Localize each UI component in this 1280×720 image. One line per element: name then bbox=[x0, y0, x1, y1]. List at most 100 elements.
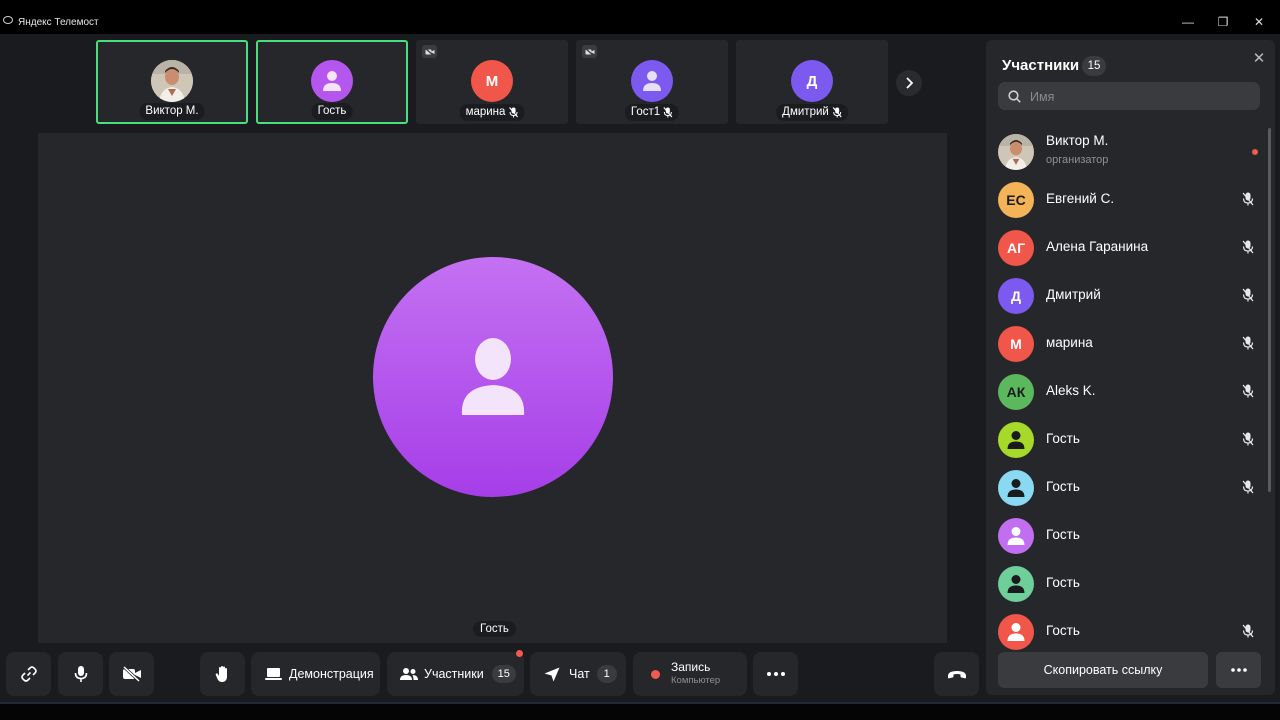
avatar-initials: Д bbox=[998, 278, 1034, 314]
participant-name: марина bbox=[1046, 335, 1093, 350]
tile-name-text: марина bbox=[465, 106, 506, 118]
status-dot bbox=[1252, 149, 1258, 155]
tile-name-text: Виктор М. bbox=[145, 105, 199, 117]
participant-tile-viktor[interactable]: Виктор М. bbox=[96, 40, 248, 124]
microphone-button[interactable] bbox=[58, 652, 103, 696]
participant-tile-guest[interactable]: Гость bbox=[256, 40, 408, 124]
participant-name: Гость bbox=[1046, 623, 1080, 638]
tile-name: Виктор М. bbox=[139, 103, 205, 120]
participant-tile-gost1[interactable]: Гост1 bbox=[576, 40, 728, 124]
participant-row[interactable]: ЕС Евгений С. bbox=[986, 176, 1266, 224]
participant-name: Алена Гаранина bbox=[1046, 239, 1149, 254]
participant-row[interactable]: Гость bbox=[986, 608, 1266, 656]
more-options-button[interactable] bbox=[753, 652, 798, 696]
screen-share-button[interactable]: Демонстрация bbox=[251, 652, 380, 696]
screen-share-icon bbox=[265, 668, 282, 680]
close-window-button[interactable]: ✕ bbox=[1249, 14, 1269, 30]
participant-row[interactable]: Д Дмитрий bbox=[986, 272, 1266, 320]
participant-tile-marina[interactable]: М марина bbox=[416, 40, 568, 124]
screen-share-label: Демонстрация bbox=[289, 667, 374, 681]
mic-muted-icon bbox=[1242, 624, 1254, 643]
avatar-initials: М bbox=[471, 60, 513, 102]
more-dots-icon bbox=[766, 672, 785, 676]
camera-button[interactable] bbox=[109, 652, 154, 696]
mic-muted-icon bbox=[1242, 336, 1254, 355]
participant-name: Гость bbox=[1046, 527, 1080, 542]
search-input[interactable] bbox=[1028, 82, 1252, 112]
meeting-app: Виктор М. Гость М марина Гост1 Д Дмитрий… bbox=[0, 34, 1280, 702]
panel-more-button[interactable] bbox=[1216, 652, 1261, 688]
camera-off-icon bbox=[422, 45, 437, 58]
participant-name: Гость bbox=[1046, 431, 1080, 446]
participant-name: Aleks K. bbox=[1046, 383, 1096, 398]
participant-row[interactable]: Ммарина bbox=[986, 320, 1266, 368]
avatar-initials: М bbox=[998, 326, 1034, 362]
avatar-photo bbox=[998, 134, 1034, 170]
participants-label: Участники bbox=[424, 667, 484, 681]
guest-avatar-icon bbox=[998, 518, 1034, 554]
guest-avatar-icon bbox=[998, 614, 1034, 650]
guest-avatar-icon bbox=[631, 60, 673, 102]
participant-row[interactable]: Гость bbox=[986, 560, 1266, 608]
record-button[interactable]: Запись Компьютер bbox=[633, 652, 747, 696]
mic-muted-icon bbox=[1242, 192, 1254, 211]
avatar-initials: АГ bbox=[998, 230, 1034, 266]
next-tiles-button[interactable] bbox=[896, 70, 922, 96]
guest-avatar-icon bbox=[998, 422, 1034, 458]
list-scrollbar[interactable] bbox=[1268, 128, 1271, 492]
participant-row[interactable]: АК Aleks K. bbox=[986, 368, 1266, 416]
participant-row[interactable]: Гость bbox=[986, 416, 1266, 464]
tile-name: марина bbox=[459, 104, 525, 121]
participant-row[interactable]: Гость bbox=[986, 464, 1266, 512]
chat-count-badge: 1 bbox=[596, 665, 617, 683]
avatar-photo bbox=[151, 60, 193, 102]
participant-search bbox=[998, 82, 1260, 112]
mic-muted-icon bbox=[832, 107, 842, 118]
mic-muted-icon bbox=[1242, 384, 1254, 403]
raise-hand-button[interactable] bbox=[200, 652, 245, 696]
camera-off-icon bbox=[122, 666, 141, 682]
participant-row[interactable]: АГ Алена Гаранина bbox=[986, 224, 1266, 272]
participant-tile-dmitriy[interactable]: Д Дмитрий bbox=[736, 40, 888, 124]
window-title: Яндекс Телемост bbox=[18, 17, 99, 28]
leave-call-button[interactable] bbox=[934, 652, 979, 696]
chat-button[interactable]: Чат 1 bbox=[530, 652, 626, 696]
chevron-right-icon bbox=[906, 77, 913, 89]
guest-avatar-icon bbox=[311, 60, 353, 102]
tile-name: Дмитрий bbox=[776, 104, 848, 121]
tile-name: Гость bbox=[311, 103, 353, 120]
avatar-initials: ЕС bbox=[998, 182, 1034, 218]
participant-name: Гость bbox=[1046, 575, 1080, 590]
record-dot-icon bbox=[651, 669, 660, 679]
chat-label: Чат bbox=[569, 667, 590, 681]
record-label: Запись bbox=[671, 660, 711, 674]
tile-name-text: Дмитрий bbox=[782, 106, 829, 118]
minimize-button[interactable]: — bbox=[1178, 14, 1198, 30]
mic-muted-icon bbox=[663, 107, 673, 118]
stage-name-label: Гость bbox=[473, 621, 516, 637]
main-video-stage: Гость bbox=[38, 133, 947, 643]
tile-name-text: Гост1 bbox=[630, 106, 661, 118]
hang-up-icon bbox=[947, 670, 966, 678]
copy-link-panel-button[interactable]: Скопировать ссылку bbox=[998, 652, 1208, 688]
close-panel-icon[interactable]: ✕ bbox=[1252, 51, 1266, 66]
guest-avatar-icon bbox=[373, 257, 613, 497]
participant-row[interactable]: Гость bbox=[986, 512, 1266, 560]
microphone-icon bbox=[74, 666, 87, 682]
panel-title: Участники bbox=[1002, 57, 1080, 74]
guest-avatar-icon bbox=[998, 566, 1034, 602]
participants-panel: Участники 15 ✕ Виктор М. организатор ЕС Евг… bbox=[986, 40, 1275, 695]
participant-role: организатор bbox=[1046, 154, 1109, 166]
hand-icon bbox=[215, 666, 227, 682]
restore-button[interactable]: ❐ bbox=[1213, 14, 1233, 30]
participant-row[interactable]: Виктор М. организатор bbox=[986, 128, 1266, 176]
copy-link-button[interactable] bbox=[6, 652, 51, 696]
search-icon bbox=[1008, 90, 1021, 103]
tile-name: Гост1 bbox=[624, 104, 680, 121]
participants-button[interactable]: Участники 15 bbox=[387, 650, 524, 696]
app-icon bbox=[3, 16, 13, 24]
participants-count-badge: 15 bbox=[491, 665, 516, 683]
avatar-initials: АК bbox=[998, 374, 1034, 410]
taskbar-strip bbox=[0, 702, 1280, 720]
link-icon bbox=[20, 666, 37, 682]
